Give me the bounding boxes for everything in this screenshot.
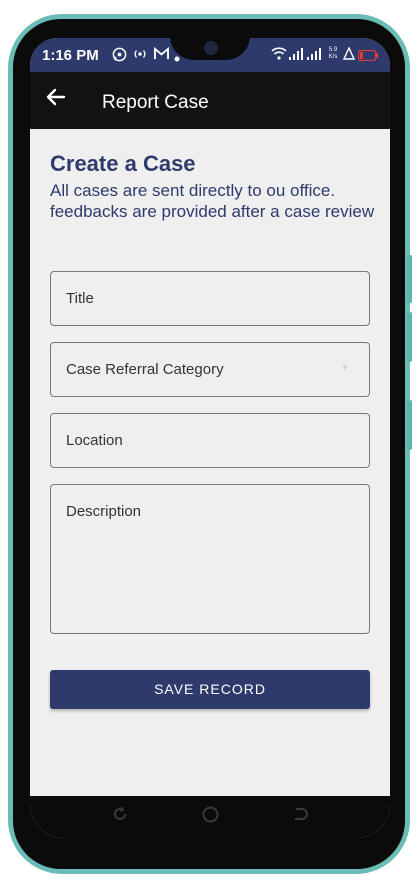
- form-heading: Create a Case: [50, 151, 196, 176]
- gmail-icon: [154, 46, 169, 63]
- status-time: 1:16 PM: [42, 47, 99, 64]
- network-speed: 5.9 K/s: [328, 47, 338, 60]
- back-arrow-icon[interactable]: [46, 86, 66, 114]
- category-dropdown[interactable]: Case Referral Category ▼: [50, 342, 370, 397]
- recent-apps-icon[interactable]: [112, 806, 128, 827]
- description-textarea[interactable]: Description: [50, 484, 370, 634]
- alert-icon: [342, 46, 356, 63]
- location-input[interactable]: Location: [50, 413, 370, 468]
- system-nav-bar: [30, 796, 390, 838]
- battery-icon: [357, 49, 378, 64]
- whatsapp-icon: [112, 47, 127, 65]
- back-nav-icon[interactable]: [292, 806, 308, 827]
- signal-icon: [307, 48, 321, 63]
- description-placeholder: Description: [66, 503, 142, 520]
- form-subtitle: All cases are sent directly to ou office…: [50, 181, 375, 221]
- title-input[interactable]: Title: [50, 271, 370, 326]
- page-title: Report Case: [102, 92, 209, 113]
- form-content: Create a Case All cases are sent directl…: [30, 129, 390, 796]
- volume-down-button: [407, 312, 412, 362]
- volume-up-button: [407, 255, 412, 303]
- power-button: [407, 400, 412, 450]
- title-placeholder: Title: [66, 290, 94, 307]
- app-bar: Report Case: [30, 72, 390, 129]
- hotspot-icon: [133, 47, 147, 64]
- location-placeholder: Location: [66, 432, 123, 449]
- camera-icon: [202, 39, 220, 57]
- save-record-button[interactable]: SAVE RECORD: [50, 670, 370, 709]
- signal-icon: [289, 48, 303, 63]
- wifi-icon: [271, 47, 287, 63]
- screen: 1:16 PM 5.9 K/s Report Case Create a Cas…: [30, 38, 390, 838]
- home-icon[interactable]: [202, 806, 219, 828]
- chevron-down-icon: ▼: [341, 363, 349, 372]
- category-placeholder: Case Referral Category: [66, 361, 224, 378]
